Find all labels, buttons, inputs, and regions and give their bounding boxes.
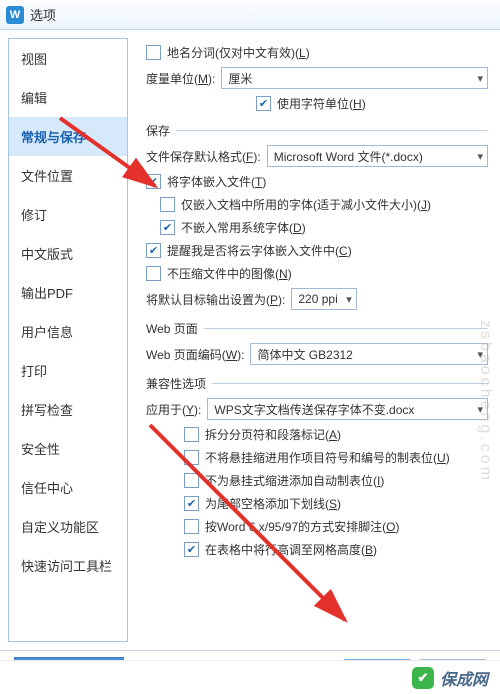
- sidebar-item-general-save[interactable]: 常规与保存: [9, 117, 127, 156]
- app-icon: W: [6, 6, 24, 24]
- checkbox-no-compress-img[interactable]: [146, 266, 161, 281]
- select-encoding[interactable]: 简体中文 GB2312: [250, 343, 488, 365]
- label-compat-5: 在表格中将行高调至网格高度(B): [205, 541, 377, 558]
- sidebar-item-security[interactable]: 安全性: [9, 429, 127, 468]
- select-unit[interactable]: 厘米: [221, 67, 488, 89]
- checkbox-compat-0[interactable]: [184, 427, 199, 442]
- checkbox-embed-used-only[interactable]: [160, 197, 175, 212]
- label-compat-1: 不将悬挂缩进用作项目符号和编号的制表位(U): [205, 449, 450, 466]
- label-compat-4: 按Word 6.x/95/97的方式安排脚注(O): [205, 518, 400, 535]
- label-apply-to: 应用于(Y):: [146, 401, 201, 418]
- sidebar-item-spell[interactable]: 拼写检查: [9, 390, 127, 429]
- sidebar: 视图 编辑 常规与保存 文件位置 修订 中文版式 输出PDF 用户信息 打印 拼…: [8, 38, 128, 642]
- select-default-fmt[interactable]: Microsoft Word 文件(*.docx): [267, 145, 488, 167]
- brand-text: 保成网: [440, 666, 488, 690]
- section-save: 保存: [146, 122, 170, 139]
- sidebar-item-cjk[interactable]: 中文版式: [9, 234, 127, 273]
- checkbox-compat-1[interactable]: [184, 450, 199, 465]
- label-compat-0: 拆分分页符和段落标记(A): [205, 426, 341, 443]
- label-encoding: Web 页面编码(W):: [146, 346, 244, 363]
- label-embed-font: 将字体嵌入文件(T): [167, 173, 266, 190]
- label-compat-3: 为尾部空格添加下划线(S): [205, 495, 341, 512]
- section-web: Web 页面: [146, 320, 198, 337]
- select-target-output[interactable]: 220 ppi: [291, 288, 356, 310]
- label-embed-used-only: 仅嵌入文档中所用的字体(适于减小文件大小)(J): [181, 196, 431, 213]
- checkbox-compat-5[interactable]: [184, 542, 199, 557]
- sidebar-item-file-location[interactable]: 文件位置: [9, 156, 127, 195]
- sidebar-item-print[interactable]: 打印: [9, 351, 127, 390]
- content-pane: 地名分词(仅对中文有效)(L) 度量单位(M): 厘米 使用字符单位(H) 保存…: [128, 30, 500, 650]
- label-unit: 度量单位(M):: [146, 70, 215, 87]
- checkbox-embed-font[interactable]: [146, 174, 161, 189]
- checkbox-compat-3[interactable]: [184, 496, 199, 511]
- label-default-fmt: 文件保存默认格式(F):: [146, 148, 261, 165]
- label-remind-cloud: 提醒我是否将云字体嵌入文件中(C): [167, 242, 352, 259]
- label-no-common: 不嵌入常用系统字体(D): [181, 219, 306, 236]
- sidebar-item-trust[interactable]: 信任中心: [9, 468, 127, 507]
- checkbox-compat-2[interactable]: [184, 473, 199, 488]
- checkbox-remind-cloud[interactable]: [146, 243, 161, 258]
- sidebar-item-revision[interactable]: 修订: [9, 195, 127, 234]
- watermark: zsbaocheng.com: [476, 320, 494, 483]
- sidebar-item-custom-ribbon[interactable]: 自定义功能区: [9, 507, 127, 546]
- checkbox-compat-4[interactable]: [184, 519, 199, 534]
- select-apply-to[interactable]: WPS文字文档传送保存字体不变.docx: [207, 398, 488, 420]
- label-target-output: 将默认目标输出设置为(P):: [146, 291, 285, 308]
- sidebar-item-edit[interactable]: 编辑: [9, 78, 127, 117]
- checkbox-no-common[interactable]: [160, 220, 175, 235]
- label-char-unit: 使用字符单位(H): [277, 95, 366, 112]
- brand-badge-icon: [412, 667, 434, 689]
- label-place-split: 地名分词(仅对中文有效)(L): [167, 44, 310, 61]
- sidebar-item-view[interactable]: 视图: [9, 39, 127, 78]
- label-no-compress-img: 不压缩文件中的图像(N): [167, 265, 292, 282]
- checkbox-char-unit[interactable]: [256, 96, 271, 111]
- sidebar-item-user[interactable]: 用户信息: [9, 312, 127, 351]
- sidebar-item-pdf[interactable]: 输出PDF: [9, 273, 127, 312]
- label-compat-2: 不为悬挂式缩进添加自动制表位(I): [205, 472, 384, 489]
- checkbox-place-split[interactable]: [146, 45, 161, 60]
- sidebar-item-qat[interactable]: 快速访问工具栏: [9, 546, 127, 585]
- window-title: 选项: [30, 5, 56, 24]
- section-compat: 兼容性选项: [146, 375, 206, 392]
- brand-footer: 保成网: [0, 660, 500, 694]
